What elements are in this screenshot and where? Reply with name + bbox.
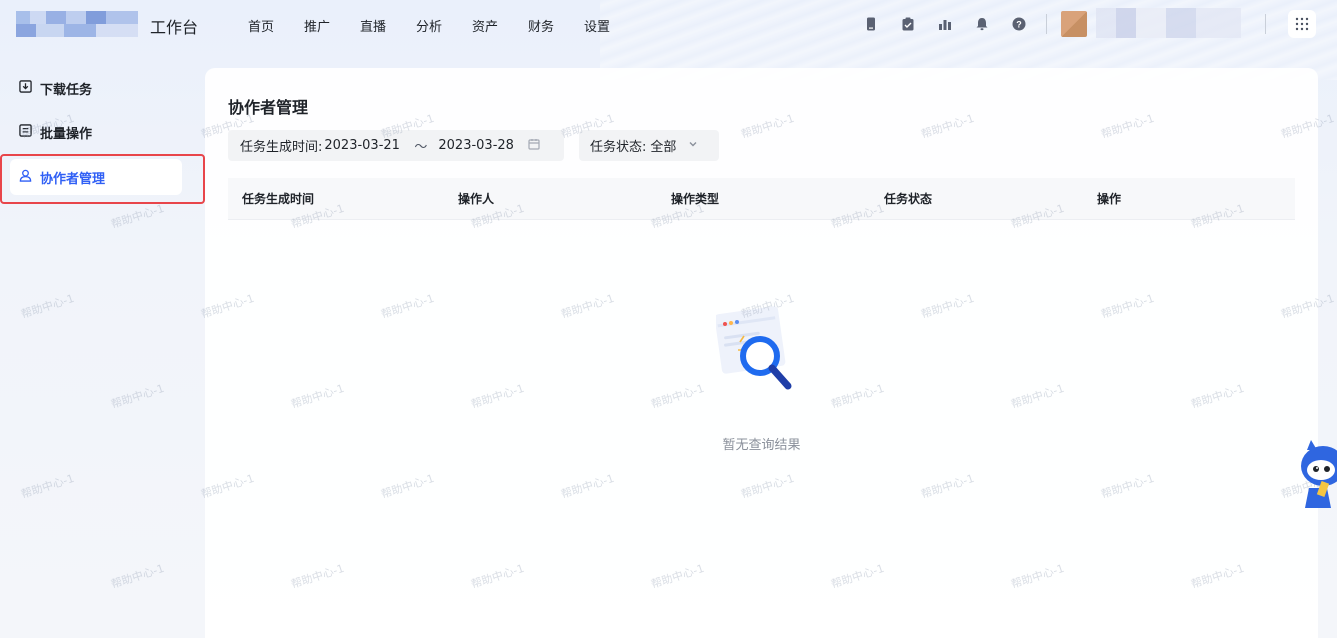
empty-search-illustration: [716, 306, 792, 390]
page-title: 协作者管理: [228, 98, 309, 117]
bell-icon[interactable]: [975, 14, 1012, 34]
svg-text:?: ?: [1016, 20, 1022, 30]
chart-icon[interactable]: [938, 14, 975, 34]
date-range-filter[interactable]: 任务生成时间: 2023-03-21 ～ 2023-03-28: [228, 130, 564, 161]
clipboard-icon[interactable]: [901, 14, 938, 34]
user-name-blurred[interactable]: [1096, 8, 1241, 38]
nav-item-finance[interactable]: 财务: [528, 16, 584, 35]
column-header-task-time: 任务生成时间: [242, 192, 315, 206]
apps-grid-button[interactable]: [1288, 10, 1316, 38]
sidebar-item-batch-operations[interactable]: 批量操作: [10, 114, 182, 150]
header-icons: ?: [864, 14, 1049, 34]
watermark-text: 帮助中心-1: [109, 201, 166, 232]
watermark-text: 帮助中心-1: [109, 381, 166, 412]
nav-item-live[interactable]: 直播: [360, 16, 416, 35]
grid-apps-icon: [1295, 17, 1309, 31]
top-header: 工作台 首页 推广 直播 分析 资产 财务 设置 ?: [0, 0, 1337, 48]
nav-item-settings[interactable]: 设置: [584, 16, 640, 35]
header-divider: [1046, 14, 1047, 34]
date-separator: ～: [414, 140, 428, 155]
header-divider: [1265, 14, 1266, 34]
table-header: 任务生成时间 操作人 操作类型 任务状态 操作: [228, 178, 1295, 220]
assistant-mascot-icon[interactable]: [1297, 438, 1337, 512]
app-title: 工作台: [150, 18, 199, 37]
sidebar-item-label: 批量操作: [40, 126, 93, 142]
sidebar-item-download-tasks[interactable]: 下载任务: [10, 70, 182, 106]
column-header-task-status: 任务状态: [884, 192, 933, 206]
nav-item-assets[interactable]: 资产: [472, 16, 528, 35]
empty-state-text: 暂无查询结果: [722, 438, 801, 453]
watermark-text: 帮助中心-1: [19, 291, 76, 322]
status-filter-value: 全部: [650, 140, 677, 155]
list-icon: [19, 123, 32, 141]
main-card: 协作者管理 任务生成时间: 2023-03-21 ～ 2023-03-28 任务…: [205, 68, 1318, 638]
column-header-actions: 操作: [1097, 192, 1122, 206]
column-header-operation-type: 操作类型: [671, 192, 720, 206]
nav-item-analysis[interactable]: 分析: [416, 16, 472, 35]
phone-icon[interactable]: [864, 14, 901, 34]
highlight-annotation-box: [0, 154, 205, 204]
calendar-icon[interactable]: [528, 138, 540, 154]
column-header-operator: 操作人: [458, 192, 495, 206]
date-filter-label: 任务生成时间:: [240, 140, 323, 155]
avatar[interactable]: [1061, 11, 1087, 37]
watermark-text: 帮助中心-1: [109, 561, 166, 592]
nav-item-home[interactable]: 首页: [248, 16, 304, 35]
sidebar-item-label: 下载任务: [40, 82, 93, 98]
help-icon[interactable]: ?: [1012, 14, 1049, 34]
date-end-value[interactable]: 2023-03-28: [438, 138, 528, 153]
date-start-value[interactable]: 2023-03-21: [324, 138, 414, 153]
chevron-down-icon: [676, 138, 698, 153]
nav-item-promotion[interactable]: 推广: [304, 16, 360, 35]
download-icon: [19, 79, 32, 97]
status-filter-label: 任务状态:: [590, 140, 647, 155]
task-status-select[interactable]: 任务状态: 全部: [579, 130, 719, 161]
watermark-text: 帮助中心-1: [19, 471, 76, 502]
brand-logo[interactable]: [16, 11, 138, 37]
top-nav: 首页 推广 直播 分析 资产 财务 设置: [248, 16, 640, 35]
